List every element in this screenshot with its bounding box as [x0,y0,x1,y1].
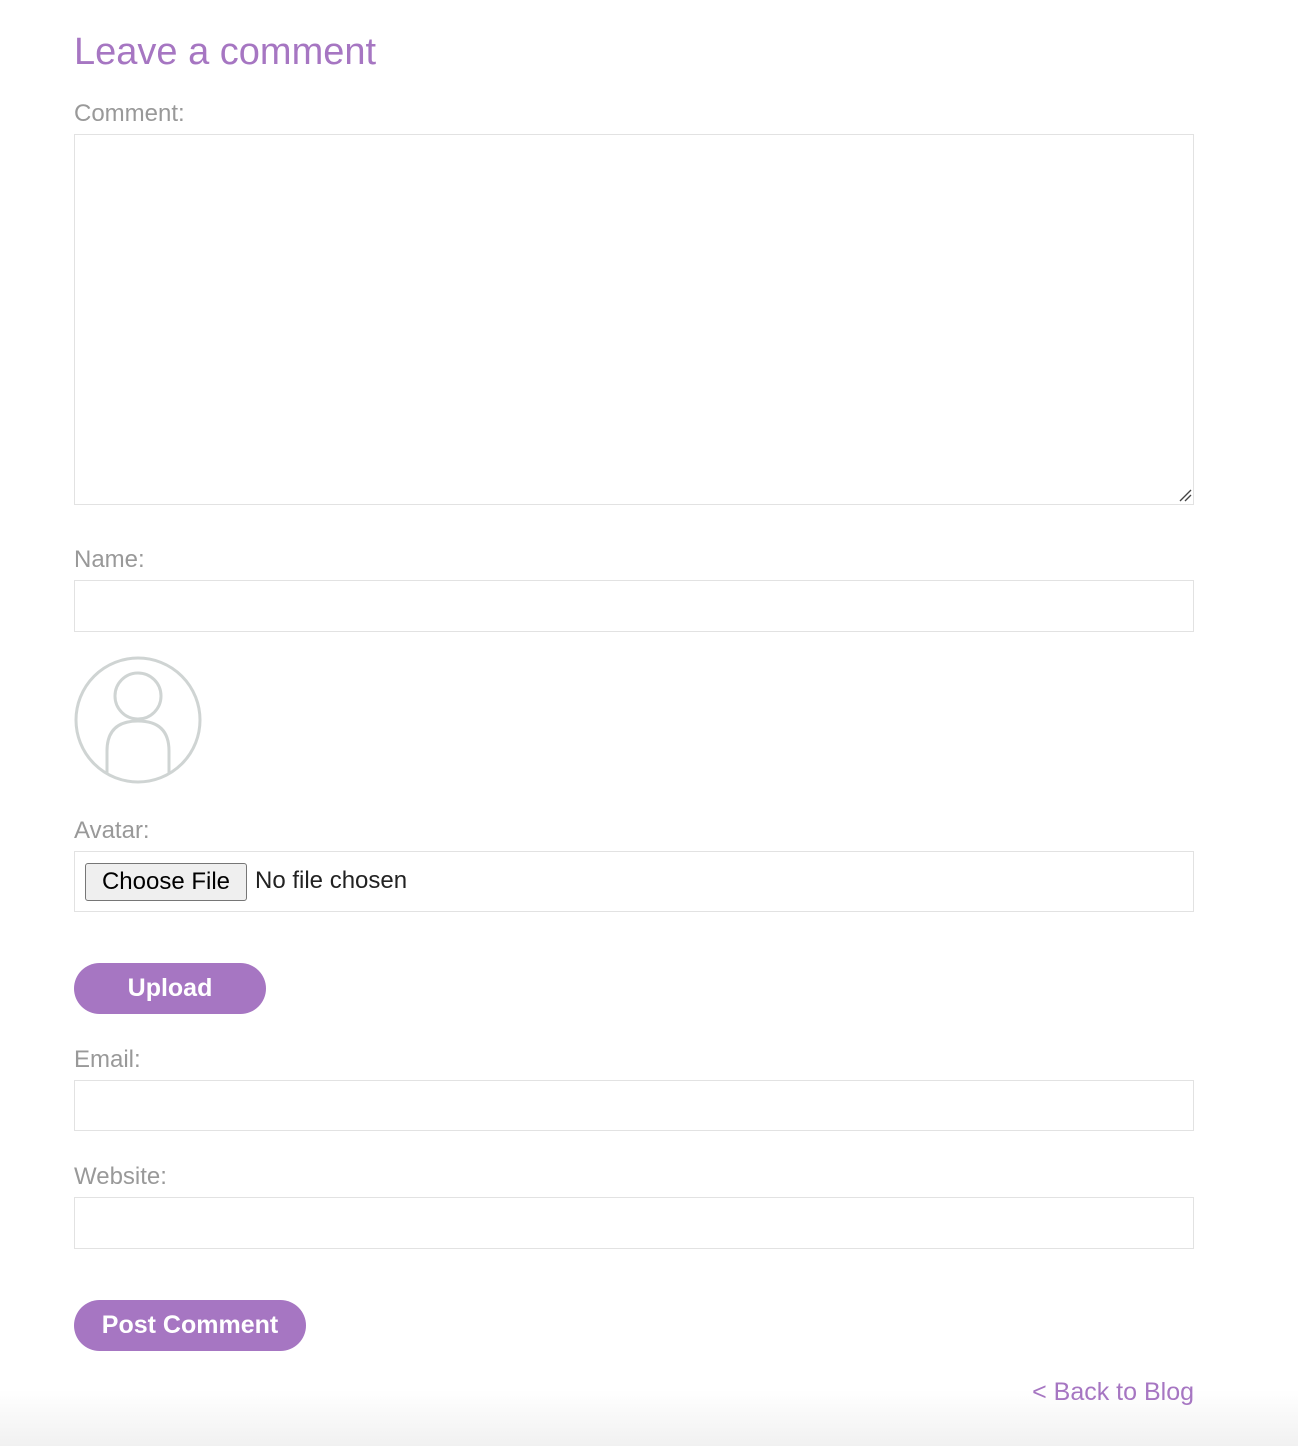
file-status-text: No file chosen [255,867,408,894]
comment-textarea[interactable] [74,134,1194,505]
email-label: Email: [74,1046,141,1073]
avatar-label: Avatar: [74,817,150,844]
user-avatar-placeholder-icon [74,656,202,784]
website-label: Website: [74,1163,167,1190]
name-input[interactable] [74,580,1194,632]
avatar-file-input[interactable]: Choose File No file chosen [74,851,1194,912]
page-title: Leave a comment [74,31,377,73]
email-input[interactable] [74,1080,1194,1131]
name-label: Name: [74,546,145,573]
website-input[interactable] [74,1197,1194,1249]
post-comment-button[interactable]: Post Comment [74,1300,306,1351]
comment-label: Comment: [74,100,185,127]
resize-grip-icon[interactable] [1176,486,1192,502]
choose-file-button[interactable]: Choose File [85,863,247,901]
back-to-blog-link[interactable]: < Back to Blog [1032,1380,1194,1405]
upload-button[interactable]: Upload [74,963,266,1014]
